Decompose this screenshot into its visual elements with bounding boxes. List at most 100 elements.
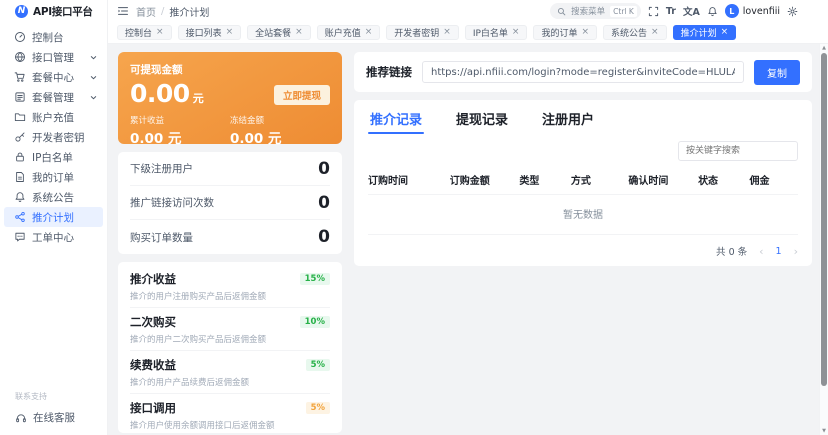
rule-api-calls: 接口调用 5% 推介用户使用余额调用接口后返佣金额 xyxy=(130,394,330,433)
sidebar-nav: 控制台 接口管理 套餐中心 套餐管理 账户充值 xyxy=(0,22,107,247)
sidebar-item-label: IP白名单 xyxy=(32,150,73,165)
close-icon[interactable]: × xyxy=(512,28,520,37)
online-service-button[interactable]: 在线客服 xyxy=(15,410,107,425)
tab-developer-keys[interactable]: 开发者密钥× xyxy=(386,25,459,40)
left-column: 可提现金额 0.00 元 立即提现 累计收益 0.00 元 冻结金额 0.0 xyxy=(118,52,342,433)
tab-label: 全站套餐 xyxy=(255,26,291,39)
rule-renewal-earnings: 续费收益 5% 推介的用户产品续费后返佣金额 xyxy=(130,351,330,394)
metric-value: 0 xyxy=(318,193,330,213)
withdrawable-balance-card: 可提现金额 0.00 元 立即提现 累计收益 0.00 元 冻结金额 0.0 xyxy=(118,52,342,144)
user-menu[interactable]: L lovenfiii xyxy=(725,4,780,18)
key-icon xyxy=(14,131,26,143)
chevron-down-icon xyxy=(90,54,97,61)
tab-label: 账户充值 xyxy=(325,26,361,39)
sidebar-item-label: 系统公告 xyxy=(32,190,74,205)
sidebar-item-recharge[interactable]: 账户充值 xyxy=(4,107,103,127)
close-icon[interactable]: × xyxy=(226,28,234,37)
column-status: 状态 xyxy=(698,172,749,187)
api-icon xyxy=(14,51,26,63)
menu-search-button[interactable]: 搜索菜单 Ctrl K xyxy=(550,3,641,19)
column-confirm-time: 确认时间 xyxy=(628,172,698,187)
breadcrumb-current: 推介计划 xyxy=(169,4,209,19)
sidebar-item-my-orders[interactable]: 我的订单 xyxy=(4,167,103,187)
open-tabs-bar: 控制台× 接口列表× 全站套餐 × 账户充值 × 开发者密钥× IP白名单× 我的订… xyxy=(108,22,828,44)
brand-name: API接口平台 xyxy=(33,4,93,19)
metric-label: 推广链接访问次数 xyxy=(130,195,214,210)
page-content: 可提现金额 0.00 元 立即提现 累计收益 0.00 元 冻结金额 0.0 xyxy=(108,44,828,435)
sidebar-item-ticket-center[interactable]: 工单中心 xyxy=(4,227,103,247)
close-icon[interactable]: × xyxy=(295,28,303,37)
sidebar-item-api-management[interactable]: 接口管理 xyxy=(4,47,103,67)
notifications-bell-icon[interactable] xyxy=(707,6,718,17)
close-icon[interactable]: × xyxy=(581,28,589,37)
rule-title: 续费收益 xyxy=(130,357,176,373)
tab-recharge[interactable]: 账户充值 × xyxy=(317,25,381,40)
tab-dashboard[interactable]: 控制台× xyxy=(117,25,172,40)
copy-button[interactable]: 复制 xyxy=(754,60,800,85)
tab-referral-plan[interactable]: 推介计划× xyxy=(673,25,737,40)
sidebar-item-plan-management[interactable]: 套餐管理 xyxy=(4,87,103,107)
tab-registered-users[interactable]: 注册用户 xyxy=(540,100,596,134)
withdraw-now-button[interactable]: 立即提现 xyxy=(274,85,330,105)
prev-page-icon[interactable]: ‹ xyxy=(759,246,763,257)
settings-gear-icon[interactable] xyxy=(787,6,798,17)
close-icon[interactable]: × xyxy=(721,28,729,37)
scrollbar-thumb[interactable] xyxy=(821,53,827,386)
next-page-icon[interactable]: › xyxy=(794,246,798,257)
referral-link-input[interactable] xyxy=(422,61,744,83)
rule-title: 推介收益 xyxy=(130,271,176,287)
vertical-scrollbar[interactable]: ▲ ▼ xyxy=(819,44,828,435)
scroll-down-icon[interactable]: ▼ xyxy=(820,428,828,434)
rule-second-purchase: 二次购买 10% 推介的用户二次购买产品后返佣金额 xyxy=(130,308,330,351)
tab-referral-records[interactable]: 推介记录 xyxy=(368,100,424,134)
support-section: 联系支持 在线客服 xyxy=(0,391,107,435)
sidebar-item-label: 推介计划 xyxy=(32,210,74,225)
translate-icon[interactable]: 文A xyxy=(683,4,700,18)
rule-description: 推介的用户产品续费后返佣金额 xyxy=(130,376,330,388)
tab-api-list[interactable]: 接口列表× xyxy=(178,25,242,40)
rule-description: 推介的用户二次购买产品后返佣金额 xyxy=(130,333,330,345)
close-icon[interactable]: × xyxy=(443,28,451,37)
breadcrumb-home[interactable]: 首页 xyxy=(136,4,156,19)
tab-withdraw-records[interactable]: 提现记录 xyxy=(454,100,510,134)
close-icon[interactable]: × xyxy=(156,28,164,37)
sidebar-item-plan-center[interactable]: 套餐中心 xyxy=(4,67,103,87)
sidebar-item-ip-whitelist[interactable]: IP白名单 xyxy=(4,147,103,167)
tab-label: 系统公告 xyxy=(611,26,647,39)
rule-description: 推介用户使用余额调用接口后返佣金额 xyxy=(130,419,330,431)
ticket-icon xyxy=(14,231,26,243)
scroll-up-icon[interactable]: ▲ xyxy=(820,45,828,51)
close-icon[interactable]: × xyxy=(651,28,659,37)
collapse-sidebar-icon[interactable] xyxy=(117,5,129,17)
brand-logo: N API接口平台 xyxy=(0,0,107,22)
cumulative-earnings: 累计收益 0.00 元 xyxy=(130,114,230,147)
rate-badge: 5% xyxy=(306,402,330,414)
rule-description: 推介的用户注册购买产品后返佣金额 xyxy=(130,290,330,302)
referral-metrics-card: 下级注册用户 0 推广链接访问次数 0 购买订单数量 0 xyxy=(118,152,342,254)
metric-label: 下级注册用户 xyxy=(130,161,193,176)
tab-my-orders[interactable]: 我的订单× xyxy=(533,25,597,40)
sidebar-item-dashboard[interactable]: 控制台 xyxy=(4,27,103,47)
keyword-search-input[interactable] xyxy=(678,141,798,161)
rule-referral-earnings: 推介收益 15% 推介的用户注册购买产品后返佣金额 xyxy=(130,265,330,308)
sidebar-item-announcements[interactable]: 系统公告 xyxy=(4,187,103,207)
referral-link-label: 推荐链接 xyxy=(366,64,412,80)
sidebar-item-referral-plan[interactable]: 推介计划 xyxy=(4,207,103,227)
metric-registered-users: 下级注册用户 0 xyxy=(130,152,330,186)
bell-icon xyxy=(14,191,26,203)
close-icon[interactable]: × xyxy=(365,28,373,37)
fullscreen-icon[interactable] xyxy=(648,6,659,17)
tab-ip-whitelist[interactable]: IP白名单× xyxy=(465,25,528,40)
empty-state-text: 暂无数据 xyxy=(368,195,798,235)
metric-value: 0 xyxy=(318,159,330,179)
sidebar-item-developer-keys[interactable]: 开发者密钥 xyxy=(4,127,103,147)
records-tabs: 推介记录 提现记录 注册用户 xyxy=(368,100,798,134)
tab-announcements[interactable]: 系统公告 × xyxy=(603,25,667,40)
headset-icon xyxy=(15,412,27,424)
username: lovenfiii xyxy=(743,6,780,17)
tab-all-plans[interactable]: 全站套餐 × xyxy=(247,25,311,40)
font-size-icon[interactable]: Tr xyxy=(666,6,676,17)
balance-amount: 0.00 xyxy=(130,79,190,108)
lock-icon xyxy=(14,151,26,163)
page-number[interactable]: 1 xyxy=(776,246,782,257)
